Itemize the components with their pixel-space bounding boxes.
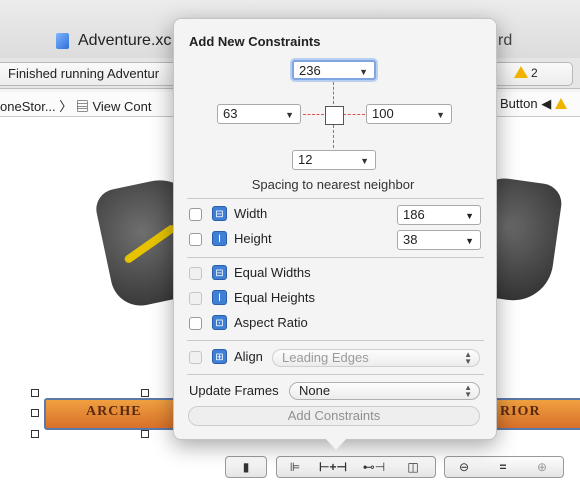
update-frames-label: Update Frames <box>189 383 279 398</box>
leading-spacing-combo[interactable]: 63 ▼ <box>217 104 301 124</box>
height-checkbox[interactable] <box>189 233 202 246</box>
align-icon[interactable]: ⊫ <box>277 457 313 477</box>
bottom-pin-ibeam[interactable] <box>333 125 334 148</box>
activity-status-text: Finished running Adventur <box>8 66 160 81</box>
add-constraints-button[interactable]: Add Constraints <box>188 406 480 426</box>
trailing-spacing-combo[interactable]: 100 ▼ <box>366 104 452 124</box>
update-frames-popup[interactable]: None ▲ ▼ <box>289 382 480 400</box>
width-value: 186 <box>403 207 425 222</box>
divider <box>187 340 484 341</box>
warning-count: 2 <box>531 66 538 80</box>
jump-bar-path[interactable]: oneStor... 〉 ▤ View Cont <box>0 96 152 115</box>
bottom-spacing-value: 12 <box>298 152 313 167</box>
width-value-combo[interactable]: 186 ▼ <box>397 205 481 225</box>
chevron-down-icon[interactable]: ▼ <box>436 106 445 124</box>
equal-widths-checkbox[interactable] <box>189 267 202 280</box>
up-down-chevron-icon: ▲ ▼ <box>464 350 472 366</box>
warning-icon <box>554 98 567 109</box>
aspect-ratio-icon: ⊡ <box>212 315 227 330</box>
zoom-out-icon[interactable]: ⊖ <box>445 457 483 477</box>
top-spacing-combo[interactable]: 236 ▼ <box>292 60 376 80</box>
update-frames-value: None <box>299 383 331 398</box>
top-pin-ibeam[interactable] <box>333 82 334 104</box>
jump-bar-selected-item[interactable]: Button ◀ <box>500 96 567 112</box>
divider <box>187 374 484 375</box>
equal-widths-label: Equal Widths <box>234 265 311 280</box>
top-spacing-value: 236 <box>299 63 321 78</box>
aspect-ratio-checkbox[interactable] <box>189 317 202 330</box>
width-label: Width <box>234 206 268 221</box>
resize-handle-middle-left[interactable] <box>31 409 39 417</box>
height-value-combo[interactable]: 38 ▼ <box>397 230 481 250</box>
equal-widths-icon: ⊟ <box>212 265 227 280</box>
aspect-ratio-label: Aspect Ratio <box>234 315 308 330</box>
resolve-icon: ▮ <box>242 460 250 474</box>
pin-target-box <box>325 106 344 125</box>
height-value: 38 <box>403 232 418 247</box>
zoom-fit-icon[interactable]: = <box>483 457 523 477</box>
equal-heights-icon: Ⅰ <box>212 290 227 305</box>
window-title-suffix: rd <box>498 32 513 49</box>
archer-button-label: Arche <box>86 404 142 419</box>
spacing-nearest-neighbor-label: Spacing to nearest neighbor <box>251 177 415 192</box>
layout-button-group: ⊫ ⊢+⊣ ⊷⊣ ◫ <box>276 456 436 478</box>
height-label: Height <box>234 231 272 246</box>
align-label: Align <box>234 349 263 364</box>
chevron-down-icon[interactable]: ▼ <box>285 106 294 124</box>
chevron-down-icon[interactable]: ▼ <box>465 232 474 250</box>
zoom-button-group: ⊖ = ⊕ <box>444 456 564 478</box>
window-title: Adventure.xc <box>78 32 172 49</box>
embed-icon[interactable]: ◫ <box>395 457 431 477</box>
trailing-spacing-value: 100 <box>372 106 394 121</box>
align-checkbox[interactable] <box>189 351 202 364</box>
equal-heights-label: Equal Heights <box>234 290 315 305</box>
equal-heights-checkbox[interactable] <box>189 292 202 305</box>
zoom-in-icon[interactable]: ⊕ <box>523 457 561 477</box>
popover-arrow <box>324 437 348 450</box>
warning-icon <box>514 66 528 78</box>
resize-handle-bottom-left[interactable] <box>31 430 39 438</box>
trailing-pin-ibeam[interactable] <box>343 114 365 115</box>
resolve-issues-button[interactable]: ▮ <box>225 456 267 478</box>
add-constraints-popover <box>173 18 497 440</box>
document-icon <box>56 33 69 49</box>
chevron-down-icon[interactable]: ▼ <box>359 63 368 81</box>
height-constraint-icon: Ⅰ <box>212 231 227 246</box>
leading-pin-ibeam[interactable] <box>303 114 324 115</box>
bottom-spacing-combo[interactable]: 12 ▼ <box>292 150 376 170</box>
align-icon: ⊞ <box>212 349 227 364</box>
leading-spacing-value: 63 <box>223 106 238 121</box>
align-edges-value: Leading Edges <box>282 350 369 365</box>
warrior-button-label: rior <box>500 404 541 419</box>
resize-handle-bottom-middle[interactable] <box>141 430 149 438</box>
align-edges-popup[interactable]: Leading Edges ▲ ▼ <box>272 349 480 367</box>
chevron-down-icon[interactable]: ▼ <box>360 152 369 170</box>
jump-bar-item-label: Button ◀ <box>500 96 555 111</box>
width-constraint-icon: ⊟ <box>212 206 227 221</box>
width-checkbox[interactable] <box>189 208 202 221</box>
up-down-chevron-icon: ▲ ▼ <box>464 383 472 399</box>
chevron-down-icon[interactable]: ▼ <box>465 207 474 225</box>
popover-title: Add New Constraints <box>189 34 321 49</box>
pin-icon[interactable]: ⊢+⊣ <box>313 457 353 477</box>
warning-badge[interactable]: 2 <box>514 66 538 80</box>
resize-handle-top-left[interactable] <box>31 389 39 397</box>
divider <box>187 257 484 258</box>
resizing-icon[interactable]: ⊷⊣ <box>353 457 395 477</box>
resize-handle-top-middle[interactable] <box>141 389 149 397</box>
divider <box>187 198 484 199</box>
